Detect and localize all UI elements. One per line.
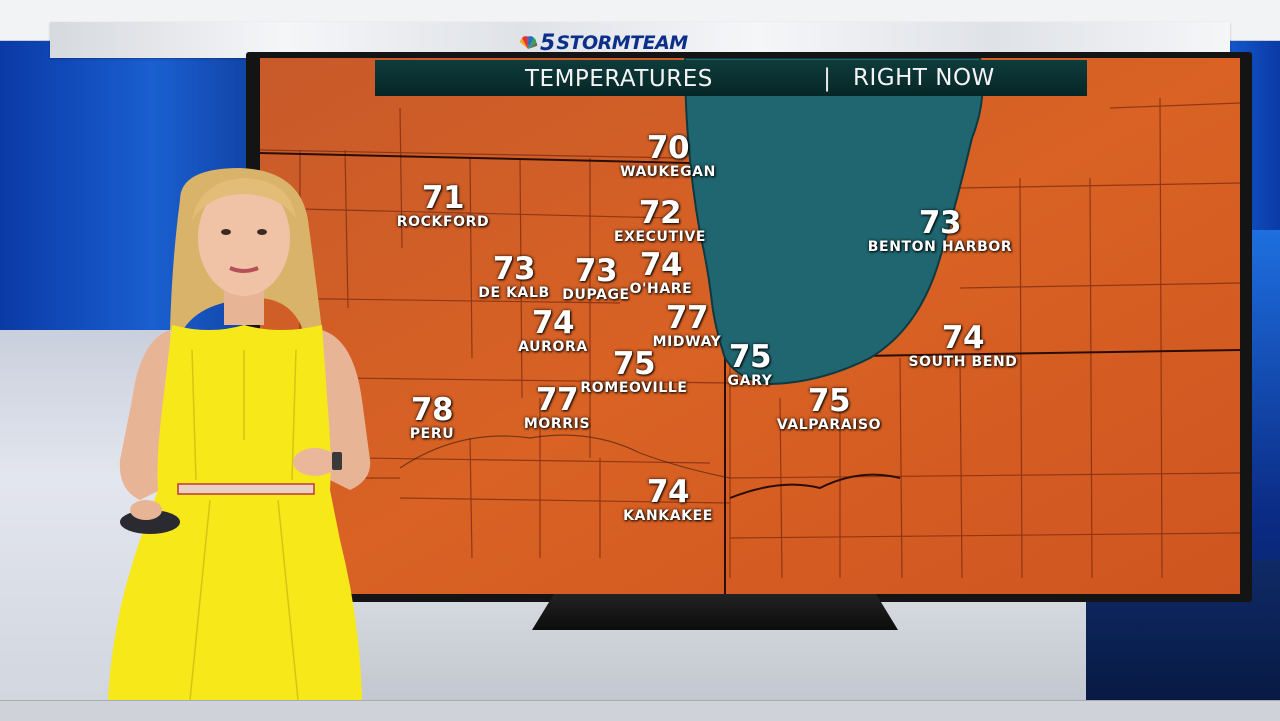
map-title-bar: TEMPERATURES | RIGHT NOW: [375, 60, 1087, 96]
city-label-waukegan: 70 WAUKEGAN: [620, 132, 716, 180]
map-title-right: RIGHT NOW: [853, 65, 995, 91]
city-name: BENTON HARBOR: [867, 239, 1013, 255]
map-title-separator: |: [823, 64, 832, 92]
city-name: PERU: [409, 426, 455, 442]
city-label-valparaiso: 75 VALPARAISO: [777, 385, 881, 433]
city-name: ROMEOVILLE: [580, 380, 688, 396]
city-temp: 70: [646, 130, 690, 166]
city-name: DE KALB: [478, 285, 550, 301]
city-label-ohare: 74 O'HARE: [630, 249, 693, 297]
city-temp: 74: [531, 305, 575, 341]
city-temp: 75: [807, 383, 851, 419]
city-temp: 75: [612, 346, 656, 382]
city-name: AURORA: [518, 339, 588, 355]
right-hand: [293, 448, 337, 476]
peacock-icon: [520, 36, 538, 49]
city-name: DUPAGE: [562, 287, 630, 303]
city-name: SOUTH BEND: [908, 354, 1018, 370]
city-name: O'HARE: [629, 281, 693, 297]
city-label-romeoville: 75 ROMEOVILLE: [580, 348, 687, 396]
presenter: [108, 168, 371, 700]
city-temp: 74: [646, 474, 690, 510]
city-temp: 73: [492, 251, 536, 287]
city-temp: 71: [421, 180, 465, 216]
city-label-dupage: 73 DUPAGE: [562, 255, 629, 303]
city-temp: 77: [535, 382, 579, 418]
weather-map: [260, 58, 1240, 594]
city-temp: 73: [918, 205, 962, 241]
city-temp: 72: [638, 195, 682, 231]
bottom-bar: [0, 700, 1280, 721]
map-title-left: TEMPERATURES: [525, 66, 713, 92]
watch: [332, 452, 342, 470]
city-name: MORRIS: [523, 416, 591, 432]
city-label-benton-harbor: 73 BENTON HARBOR: [868, 207, 1012, 255]
city-temp: 74: [941, 320, 985, 356]
city-temp: 78: [410, 392, 454, 428]
left-hand: [130, 500, 162, 520]
city-name: KANKAKEE: [623, 508, 713, 524]
city-name: GARY: [727, 373, 773, 389]
city-label-executive: 72 EXECUTIVE: [614, 197, 706, 245]
city-temp: 77: [665, 300, 709, 336]
eye-right: [257, 229, 267, 235]
city-temp: 74: [639, 247, 683, 283]
eye-left: [221, 229, 231, 235]
map-graphic: [260, 58, 1240, 594]
city-temp: 75: [728, 339, 772, 375]
belt: [177, 483, 315, 495]
city-label-aurora: 74 AURORA: [518, 307, 588, 355]
city-label-kankakee: 74 KANKAKEE: [623, 476, 713, 524]
city-name: WAUKEGAN: [620, 164, 716, 180]
city-label-gary: 75 GARY: [728, 341, 773, 389]
city-label-peru: 78 PERU: [410, 394, 454, 442]
city-label-south-bend: 74 SOUTH BEND: [908, 322, 1017, 370]
city-name: VALPARAISO: [776, 417, 882, 433]
city-label-morris: 77 MORRIS: [524, 384, 590, 432]
city-name: ROCKFORD: [396, 214, 490, 230]
city-name: EXECUTIVE: [613, 229, 707, 245]
city-label-de-kalb: 73 DE KALB: [478, 253, 550, 301]
city-label-midway: 77 MIDWAY: [653, 302, 722, 350]
city-label-rockford: 71 ROCKFORD: [397, 182, 489, 230]
city-temp: 73: [574, 253, 618, 289]
brand-name: STORMTEAM: [556, 32, 688, 54]
